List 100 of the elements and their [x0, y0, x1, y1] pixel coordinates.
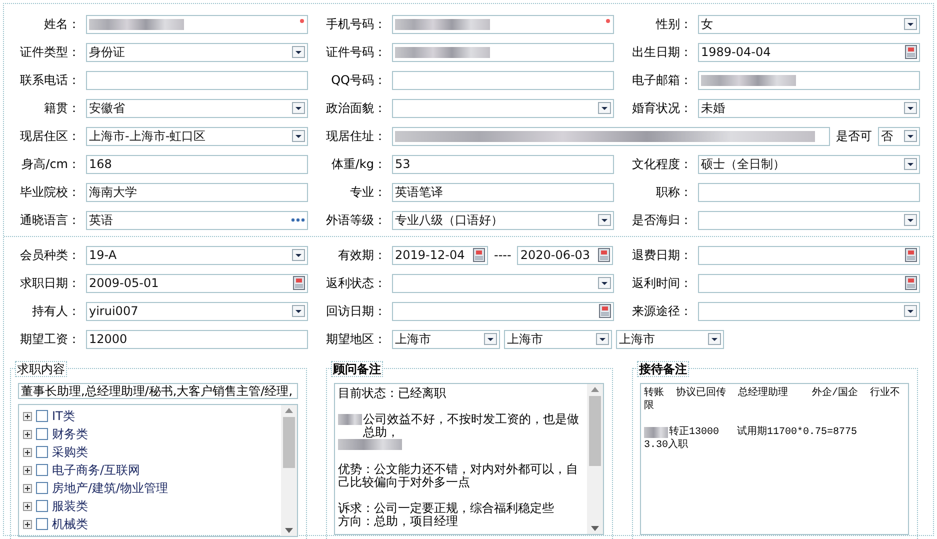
dropdown-field[interactable]: 女: [698, 14, 920, 34]
note-line: 公司效益不好，不按时发工资的，也是做总助，: [363, 413, 580, 439]
calendar-icon[interactable]: [598, 248, 610, 262]
tree-item-label[interactable]: 财务类: [52, 425, 88, 443]
field-label: 政治面貌：: [325, 100, 386, 117]
notes-field[interactable]: 转账 协议已回传 总经理助理 外企/国企 行业不限 转正13000 试用期11700*0.75=8775 3.30入职: [640, 383, 909, 535]
field-label: 返利时间：: [631, 275, 692, 292]
field-label: 姓名：: [43, 16, 80, 33]
dropdown-field[interactable]: yirui007: [86, 302, 308, 320]
checkbox[interactable]: [36, 464, 48, 476]
field-label: 证件类型：: [19, 44, 80, 61]
calendar-icon[interactable]: [905, 248, 917, 262]
dropdown-field[interactable]: 上海市-上海市-虹口区: [86, 126, 308, 146]
tree-item-label[interactable]: 机械类: [52, 515, 88, 533]
text-field[interactable]: [698, 182, 920, 202]
checkbox[interactable]: [36, 518, 48, 530]
text-field[interactable]: 168: [86, 154, 308, 174]
note-line: 目前状态：已经离职: [338, 387, 447, 400]
dropdown-field[interactable]: 专业八级（口语好）: [392, 210, 614, 230]
lookup-field[interactable]: 英语: [86, 210, 308, 230]
text-field[interactable]: [86, 14, 308, 34]
group-title: 接待备注: [637, 361, 689, 377]
scroll-down-icon[interactable]: [285, 528, 293, 533]
date-field[interactable]: 1989-04-04: [698, 42, 920, 62]
field-label: 身高/cm：: [20, 156, 80, 173]
field-label: 返利状态：: [325, 275, 386, 292]
dropdown-field[interactable]: [392, 98, 614, 118]
field-label: 现居住址：: [325, 128, 386, 145]
checkbox[interactable]: [36, 446, 48, 458]
calendar-icon[interactable]: [293, 276, 305, 290]
dropdown-field[interactable]: 上海市: [504, 330, 612, 348]
calendar-icon[interactable]: [473, 248, 485, 262]
field-label: 文化程度：: [631, 156, 692, 173]
notes-field[interactable]: 目前状态：已经离职 公司效益不好，不按时发工资的，也是做总助， 优势：公文能力还不错，对内对外都可以，自己比较偏向于对外多一点 诉求：公司一定要正规，综合福利稳定些 方向：总助，项目经理: [334, 383, 604, 535]
dropdown-field[interactable]: 上海市: [616, 330, 724, 348]
dropdown-field[interactable]: 上海市: [392, 330, 500, 348]
scrollbar[interactable]: [587, 384, 603, 534]
text-field[interactable]: [392, 42, 614, 62]
date-field[interactable]: [698, 274, 920, 292]
field-label: 电子邮箱：: [631, 72, 692, 89]
expand-icon[interactable]: [23, 448, 32, 456]
scrollbar[interactable]: [281, 405, 297, 536]
expand-icon[interactable]: [23, 484, 32, 492]
expand-icon[interactable]: [23, 466, 32, 474]
dropdown-field[interactable]: 身份证: [86, 42, 308, 62]
checkbox[interactable]: [36, 410, 48, 422]
text-field[interactable]: [392, 14, 614, 34]
checkbox[interactable]: [36, 482, 48, 494]
text-field[interactable]: 53: [392, 154, 614, 174]
date-field[interactable]: 2009-05-01: [86, 274, 308, 292]
field-label: 是否可: [836, 128, 872, 145]
checkbox[interactable]: [36, 500, 48, 512]
text-field[interactable]: [392, 126, 830, 146]
dropdown-field[interactable]: [698, 210, 920, 230]
dropdown-field[interactable]: [698, 302, 920, 320]
date-field[interactable]: [698, 246, 920, 264]
field-label: 来源途径：: [631, 303, 692, 320]
date-field[interactable]: 2019-12-04: [392, 246, 488, 264]
tree-item-label[interactable]: 电子商务/互联网: [52, 461, 140, 479]
text-field[interactable]: 英语笔译: [392, 182, 614, 202]
date-field[interactable]: 2020-06-03: [517, 246, 614, 264]
text-field[interactable]: 海南大学: [86, 182, 308, 202]
field-label: 性别：: [654, 16, 692, 33]
expand-icon[interactable]: [23, 502, 32, 510]
dropdown-field[interactable]: 未婚: [698, 98, 920, 118]
field-label: 籍贯：: [43, 100, 80, 117]
field-label: 外语等级：: [325, 212, 386, 229]
checkbox[interactable]: [36, 428, 48, 440]
text-field[interactable]: [86, 70, 308, 90]
group-title: 顾问备注: [331, 361, 383, 377]
text-field[interactable]: [698, 70, 920, 90]
dropdown-field[interactable]: 安徽省: [86, 98, 308, 118]
date-field[interactable]: [392, 302, 614, 320]
tree-item-label[interactable]: 服装类: [52, 497, 88, 515]
field-label: 毕业院校：: [19, 184, 80, 201]
expand-icon[interactable]: [23, 430, 32, 438]
dropdown-field[interactable]: 否: [878, 126, 920, 146]
dropdown-field[interactable]: [392, 274, 614, 292]
dropdown-field[interactable]: 硕士（全日制）: [698, 154, 920, 174]
field-label: 期望工资：: [19, 331, 80, 348]
field-label: 会员种类：: [19, 247, 80, 264]
calendar-icon[interactable]: [599, 304, 611, 318]
expand-icon[interactable]: [23, 412, 32, 420]
calendar-icon[interactable]: [905, 276, 917, 290]
field-label: 证件号码：: [325, 44, 386, 61]
expand-icon[interactable]: [23, 520, 32, 528]
more-icon[interactable]: [291, 218, 305, 222]
scroll-down-icon[interactable]: [591, 526, 599, 531]
field-label: 联系电话：: [19, 72, 80, 89]
tree-item-label[interactable]: IT类: [52, 407, 75, 425]
calendar-icon[interactable]: [905, 45, 917, 59]
dropdown-field[interactable]: 19-A: [86, 246, 308, 264]
selection-field[interactable]: 董事长助理,总经理助理/秘书,大客户销售主管/经理,: [18, 383, 298, 399]
tree-item-label[interactable]: 房地产/建筑/物业管理: [52, 479, 168, 497]
scroll-up-icon[interactable]: [591, 387, 599, 392]
scroll-up-icon[interactable]: [285, 408, 293, 413]
field-label: 专业：: [349, 184, 386, 201]
tree-item-label[interactable]: 采购类: [52, 443, 88, 461]
text-field[interactable]: 12000: [86, 330, 308, 348]
text-field[interactable]: [392, 70, 614, 90]
